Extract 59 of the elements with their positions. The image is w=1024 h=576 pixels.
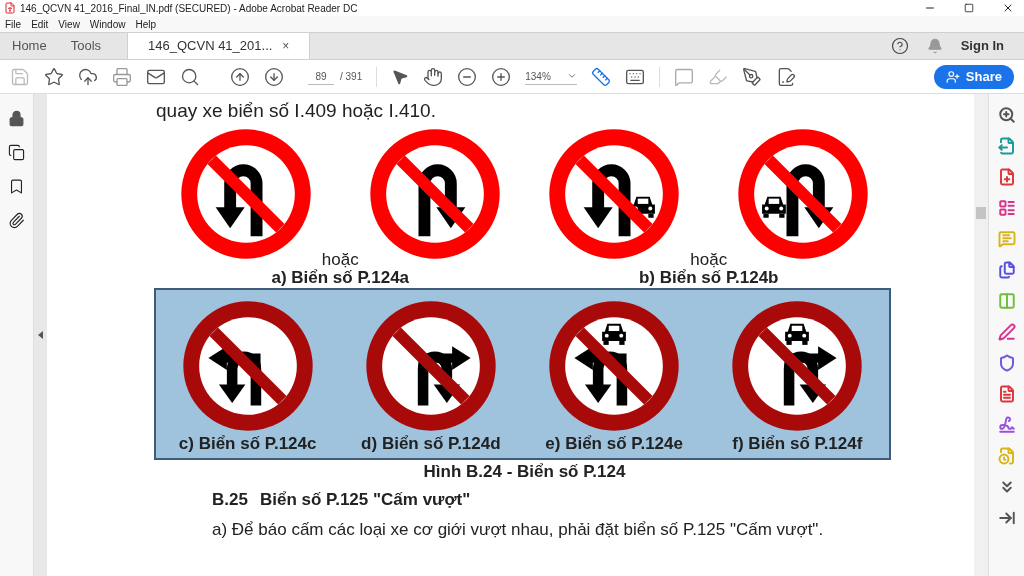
- zoom-in-icon[interactable]: [491, 66, 512, 87]
- signature-icon[interactable]: [997, 416, 1016, 434]
- close-icon[interactable]: [1002, 2, 1014, 14]
- caret-icon: [567, 71, 578, 81]
- arrow-to-line-icon[interactable]: [997, 509, 1016, 527]
- help-icon[interactable]: [890, 37, 909, 55]
- share-button[interactable]: Share: [933, 64, 1014, 89]
- sign-caption: b) Biển số P.124b: [639, 268, 779, 288]
- hand-icon[interactable]: [423, 66, 444, 87]
- sign-caption: f) Biển số P.124f: [732, 434, 863, 454]
- sign-in-button[interactable]: Sign In: [960, 36, 1004, 56]
- layout-icon[interactable]: [997, 199, 1016, 217]
- menu-item[interactable]: View: [58, 16, 80, 32]
- sign-caption: e) Biển số P.124e: [545, 434, 683, 454]
- document-arrow-icon[interactable]: [997, 137, 1016, 155]
- star-icon[interactable]: [44, 66, 64, 87]
- upload-icon[interactable]: [78, 66, 98, 87]
- paperclip-icon[interactable]: [8, 212, 25, 229]
- pen-icon[interactable]: [742, 66, 763, 87]
- pages-icon[interactable]: [8, 144, 25, 161]
- zoom-dropdown[interactable]: 134%: [525, 68, 578, 85]
- restore-icon[interactable]: [964, 3, 974, 13]
- sign-caption: c) Biển số P.124c: [178, 434, 317, 454]
- menu-item[interactable]: Window: [89, 16, 126, 32]
- printer-icon[interactable]: [112, 66, 132, 87]
- person-plus-icon: [945, 69, 960, 84]
- collapse-arrow-icon[interactable]: [38, 331, 43, 339]
- pdf-file-icon: [4, 2, 16, 14]
- document-icon[interactable]: [997, 385, 1016, 403]
- section-heading: Biển số P.125 "Cấm vượt": [259, 490, 471, 510]
- zoom-out-icon[interactable]: [457, 66, 478, 87]
- document-pen-icon[interactable]: [776, 66, 797, 87]
- joiner-text: hoặc: [321, 248, 359, 269]
- bookmark-icon[interactable]: [8, 178, 25, 195]
- sign-caption: a) Biển số P.124a: [271, 268, 410, 288]
- shield-icon[interactable]: [997, 354, 1016, 372]
- sign-caption: d) Biển số P.124d: [361, 434, 501, 454]
- page-up-icon[interactable]: [230, 66, 250, 87]
- pointer-icon[interactable]: [391, 67, 410, 86]
- menu-item[interactable]: Edit: [31, 16, 49, 32]
- joiner-text: hoặc: [690, 248, 728, 269]
- pen-icon[interactable]: [997, 323, 1016, 341]
- body-text: a) Để báo cấm các loại xe cơ giới vượt nhau, phải đặt biển số P.125 "Cấm vượt".: [212, 520, 825, 540]
- figure-caption: Hình B.24 - Biển số P.124: [422, 462, 627, 482]
- zoom-icon[interactable]: [997, 106, 1016, 124]
- tab[interactable]: 146_QCVN 41_201... ×: [127, 33, 311, 59]
- menu-item[interactable]: File: [5, 16, 22, 32]
- document-plus-icon[interactable]: [997, 168, 1016, 186]
- scrollbar-thumb[interactable]: [976, 207, 986, 219]
- window-title: 146_QCVN 41_2016_Final_IN.pdf (SECURED) - Adobe Acrobat Reader DC: [20, 1, 359, 16]
- body-text: quay xe biển số I.409 hoặc I.410.: [156, 100, 437, 122]
- menu-item[interactable]: Help: [135, 16, 156, 32]
- page-number-field[interactable]: 89: [308, 68, 334, 85]
- section-number: B.25: [212, 490, 248, 510]
- documents-icon[interactable]: [997, 261, 1016, 279]
- lock-icon[interactable]: [8, 110, 25, 127]
- page-down-icon[interactable]: [264, 66, 284, 87]
- page-total: / 391: [340, 70, 363, 84]
- search-icon[interactable]: [180, 66, 200, 87]
